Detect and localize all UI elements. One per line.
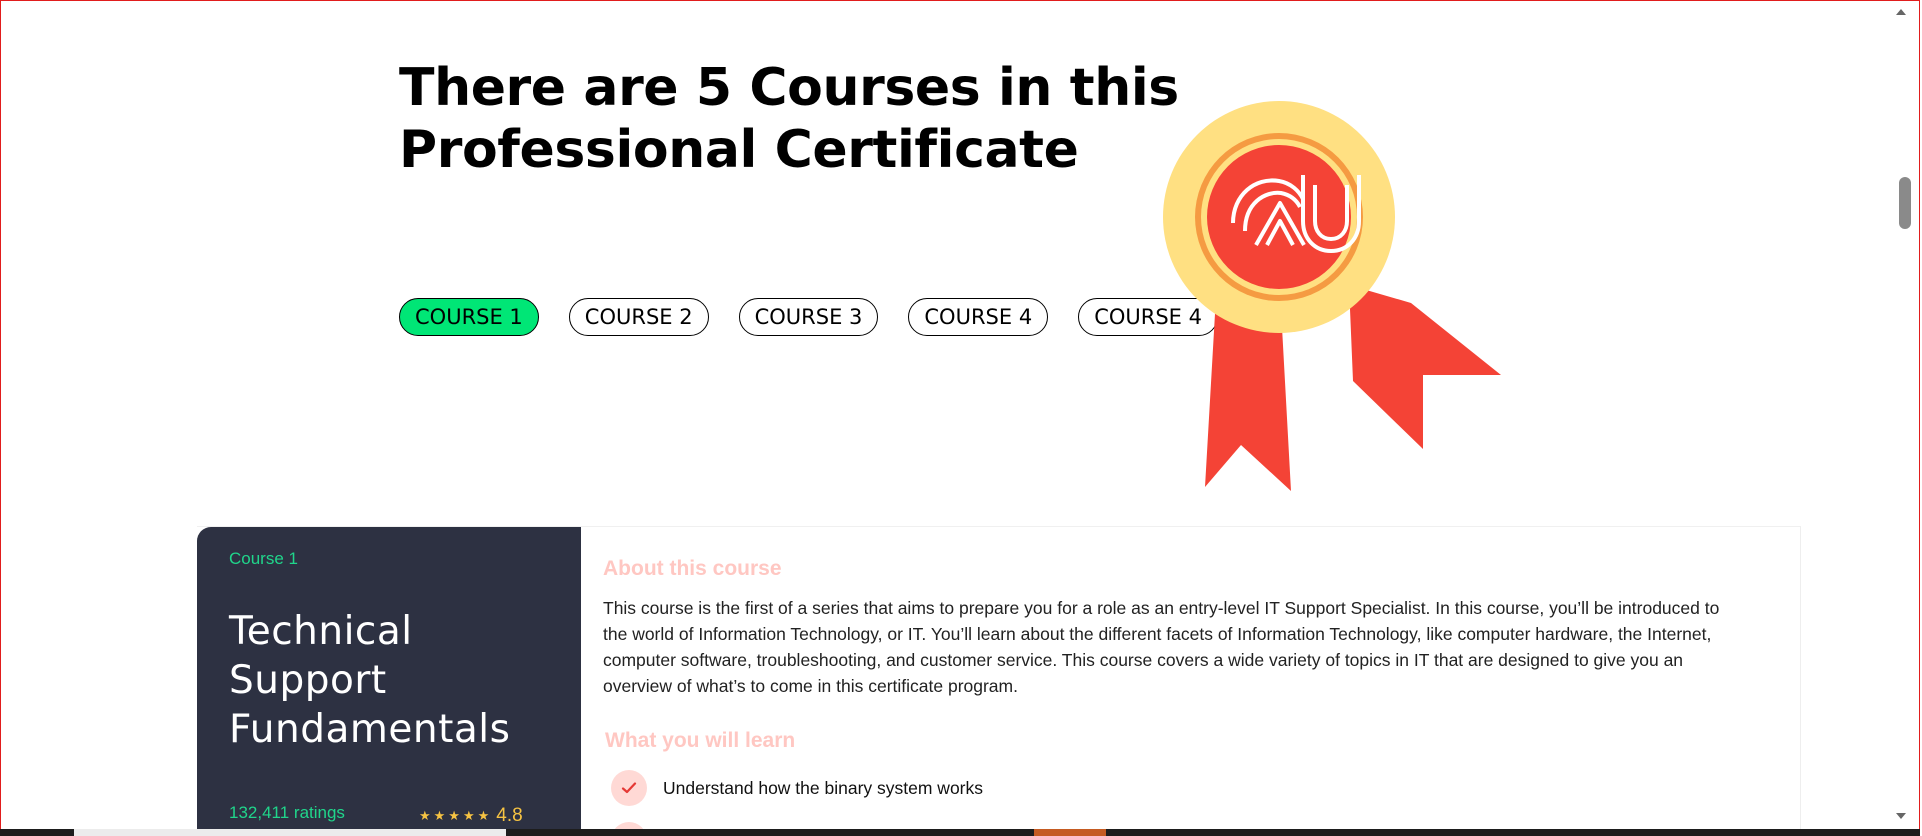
about-course-heading: About this course [603, 557, 782, 580]
scroll-down-icon[interactable] [1896, 813, 1906, 819]
course-tabs: COURSE 1 COURSE 2 COURSE 3 COURSE 4 COUR… [399, 298, 1218, 336]
rating-value: 4.8 [496, 805, 523, 826]
course-name: Technical Support Fundamentals [229, 609, 511, 752]
scrollbar-thumb[interactable] [1899, 177, 1911, 229]
course-number: Course 1 [229, 549, 298, 568]
star-rating-icon: ★★★★★ [419, 808, 493, 824]
learning-outcomes-heading: What you will learn [605, 729, 796, 752]
check-icon [611, 770, 647, 806]
taskbar-indicator [1034, 829, 1106, 836]
vertical-scrollbar[interactable] [1893, 1, 1911, 833]
scroll-up-icon[interactable] [1896, 9, 1906, 15]
course-panel: Course 1 Technical Support Fundamentals … [197, 526, 1801, 833]
taskbar-highlight [74, 829, 506, 836]
rating-summary: ★★★★★ 4.8 [419, 805, 523, 827]
list-item: Understand how the binary system works [611, 767, 983, 809]
tab-course-1[interactable]: COURSE 1 [399, 298, 539, 336]
tab-course-3[interactable]: COURSE 3 [738, 298, 879, 336]
about-course-text: This course is the first of a series tha… [603, 598, 1720, 696]
tab-course-2[interactable]: COURSE 2 [568, 298, 709, 336]
learning-outcomes-list: Understand how the binary system works [611, 767, 983, 833]
browser-viewport: There are 5 Courses in this Professional… [0, 0, 1920, 834]
tab-course-4[interactable]: COURSE 4 [908, 298, 1049, 336]
course-summary-card: Course 1 Technical Support Fundamentals … [197, 527, 581, 833]
learning-outcome-text: Understand how the binary system works [663, 777, 983, 798]
award-ribbon-icon [1161, 99, 1521, 491]
ratings-count: 132,411 ratings [229, 803, 345, 822]
